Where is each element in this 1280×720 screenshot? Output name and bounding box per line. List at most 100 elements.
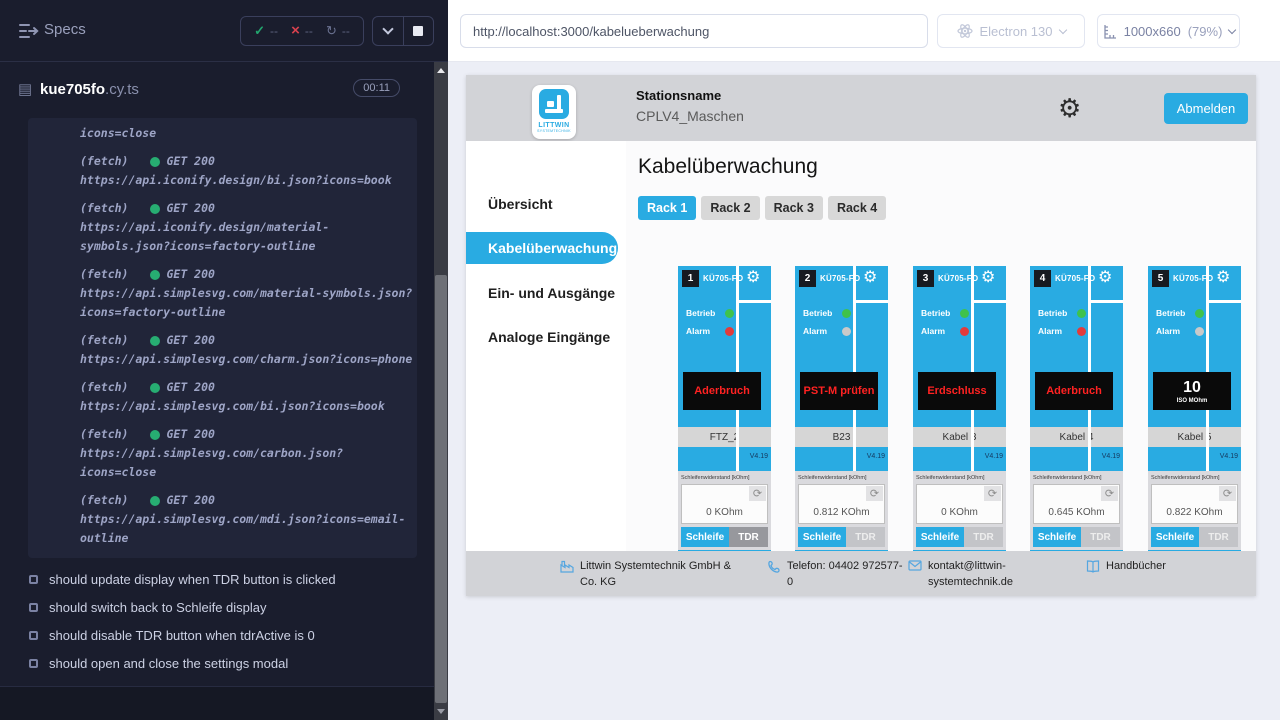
schleife-button[interactable]: Schleife xyxy=(681,527,729,547)
refresh-icon[interactable]: ⟳ xyxy=(749,486,766,501)
status-display: Aderbruch xyxy=(683,372,761,410)
electron-icon xyxy=(957,23,973,39)
test-item[interactable]: should switch back to Schleife display xyxy=(0,593,420,621)
phone-icon xyxy=(768,560,781,591)
resistance-value: 0 KOhm xyxy=(917,507,1002,518)
schleife-button[interactable]: Schleife xyxy=(1033,527,1081,547)
chevron-down-icon xyxy=(1058,25,1066,33)
status-ok-dot xyxy=(150,496,160,506)
pending-test-icon xyxy=(29,631,38,640)
url-input[interactable] xyxy=(461,15,927,47)
betrieb-led-row: Betrieb xyxy=(1038,308,1086,318)
scrollbar-thumb[interactable] xyxy=(435,275,447,703)
alarm-led-row: Alarm xyxy=(803,326,851,336)
tdr-button[interactable]: TDR xyxy=(729,527,768,547)
refresh-icon[interactable]: ⟳ xyxy=(1101,486,1118,501)
screen: Specs ✓-- ×-- ↻-- ▤ kue705fo.cy.ts 00:11… xyxy=(0,0,1280,720)
betrieb-led-row: Betrieb xyxy=(803,308,851,318)
scroll-up-arrow[interactable] xyxy=(437,68,445,73)
status-ok-dot xyxy=(150,383,160,393)
sidebar-item-kabelueberwachung[interactable]: Kabelüberwachung xyxy=(466,232,618,264)
collapse-chevron-button[interactable] xyxy=(373,17,403,45)
status-ok-dot xyxy=(150,204,160,214)
card-settings-gear-icon[interactable]: ⚙ xyxy=(981,269,995,287)
tab-rack-3[interactable]: Rack 3 xyxy=(765,196,823,220)
test-item[interactable]: should open and close the settings modal xyxy=(0,649,420,677)
log-entry[interactable]: (fetch)GET 200 https://api.iconify.desig… xyxy=(80,199,409,256)
schleife-button[interactable]: Schleife xyxy=(798,527,846,547)
card-settings-gear-icon[interactable]: ⚙ xyxy=(1098,269,1112,287)
log-entry[interactable]: (fetch)GET 200 https://api.simplesvg.com… xyxy=(80,425,409,482)
tdr-button[interactable]: TDR xyxy=(846,527,885,547)
test-item[interactable]: should disable TDR button when tdrActive… xyxy=(0,621,420,649)
log-entry[interactable]: (fetch)GET 200 https://api.simplesvg.com… xyxy=(80,265,409,322)
pending-test-icon xyxy=(29,575,38,584)
card-settings-gear-icon[interactable]: ⚙ xyxy=(746,269,760,287)
scroll-down-arrow[interactable] xyxy=(437,709,445,714)
tdr-button[interactable]: TDR xyxy=(964,527,1003,547)
test-item[interactable]: should update display when TDR button is… xyxy=(0,565,420,593)
log-entry[interactable]: (fetch)GET 200 https://api.simplesvg.com… xyxy=(80,331,409,369)
runner-controls xyxy=(372,16,434,46)
betrieb-led-row: Betrieb xyxy=(686,308,734,318)
footer-manuals[interactable]: Handbücher xyxy=(1086,559,1166,576)
card-settings-gear-icon[interactable]: ⚙ xyxy=(863,269,877,287)
chevron-down-icon xyxy=(1228,25,1236,33)
tab-rack-2[interactable]: Rack 2 xyxy=(701,196,759,220)
refresh-icon[interactable]: ⟳ xyxy=(866,486,883,501)
device-card: 1 KÜ705-FO ⚙ Betrieb Alarm Aderbruch FTZ… xyxy=(678,266,771,551)
log-entry[interactable]: (fetch)GET 200 https://api.simplesvg.com… xyxy=(80,378,409,416)
log-entry[interactable]: (fetch)GET 200 https://api.simplesvg.com… xyxy=(80,491,409,548)
specs-menu-icon[interactable] xyxy=(18,22,40,45)
tab-rack-4[interactable]: Rack 4 xyxy=(828,196,886,220)
app-sidebar: Übersicht Kabelüberwachung Ein- und Ausg… xyxy=(466,141,626,551)
device-card: 4 KÜ705-FO ⚙ Betrieb Alarm Aderbruch Kab… xyxy=(1030,266,1123,551)
resistance-value: 0.812 KOhm xyxy=(799,507,884,518)
tdr-button[interactable]: TDR xyxy=(1081,527,1120,547)
email-icon xyxy=(908,560,922,591)
tdr-button[interactable]: TDR xyxy=(1199,527,1238,547)
runner-scrollbar[interactable] xyxy=(434,62,448,720)
viewport-select[interactable]: 1000x660 (79%) xyxy=(1097,14,1240,48)
browser-select[interactable]: Electron 130 xyxy=(937,14,1085,48)
schleife-button[interactable]: Schleife xyxy=(916,527,964,547)
betrieb-led xyxy=(725,309,734,318)
url-bar xyxy=(460,14,928,48)
tab-rack-1[interactable]: Rack 1 xyxy=(638,196,696,220)
app-header: LITTWIN SYSTEMTECHNIK Stationsname CPLV4… xyxy=(466,75,1256,141)
betrieb-led xyxy=(1077,309,1086,318)
logout-button[interactable]: Abmelden xyxy=(1164,93,1248,124)
sidebar-item-uebersicht[interactable]: Übersicht xyxy=(466,189,626,219)
slot-number-badge: 3 xyxy=(917,270,934,287)
log-overflow-line: icons=close xyxy=(80,124,415,143)
stop-button[interactable] xyxy=(403,17,434,45)
schleife-button[interactable]: Schleife xyxy=(1151,527,1199,547)
loop-resistance-label: Schleifenwiderstand [kOhm] xyxy=(1033,475,1101,481)
footer-email[interactable]: kontakt@littwin-systemtechnik.de xyxy=(908,559,1040,591)
log-entry[interactable]: (fetch)GET 200 https://api.iconify.desig… xyxy=(80,152,409,190)
sidebar-item-analoge-eingaenge[interactable]: Analoge Eingänge xyxy=(466,322,626,352)
cable-name: Kabel 4 xyxy=(1030,427,1123,447)
command-log: icons=close (fetch)GET 200 https://api.i… xyxy=(28,118,417,558)
betrieb-led xyxy=(1195,309,1204,318)
card-settings-gear-icon[interactable]: ⚙ xyxy=(1216,269,1230,287)
runner-header: Specs ✓-- ×-- ↻-- xyxy=(0,0,448,62)
settings-gear-icon[interactable]: ⚙ xyxy=(1058,91,1081,125)
refresh-icon[interactable]: ⟳ xyxy=(1219,486,1236,501)
runner-bottom-area xyxy=(0,687,434,720)
refresh-icon[interactable]: ⟳ xyxy=(984,486,1001,501)
status-display: 10 ISO MOhm xyxy=(1153,372,1231,410)
loop-resistance-label: Schleifenwiderstand [kOhm] xyxy=(681,475,749,481)
pending-restart-icon: ↻ xyxy=(326,23,337,39)
pending-test-icon xyxy=(29,659,38,668)
betrieb-led-row: Betrieb xyxy=(921,308,969,318)
status-ok-dot xyxy=(150,336,160,346)
firmware-version: V4.19 xyxy=(1102,453,1120,460)
app-under-test: LITTWIN SYSTEMTECHNIK Stationsname CPLV4… xyxy=(466,75,1256,596)
loop-resistance-label: Schleifenwiderstand [kOhm] xyxy=(798,475,866,481)
firmware-version: V4.19 xyxy=(750,453,768,460)
sidebar-item-ein-und-ausgaenge[interactable]: Ein- und Ausgänge xyxy=(466,278,626,308)
specs-label[interactable]: Specs xyxy=(44,21,86,38)
value-panel: ⟳ 0.645 KOhm xyxy=(1033,484,1120,524)
spec-file-row[interactable]: ▤ kue705fo.cy.ts 00:11 xyxy=(0,70,420,110)
